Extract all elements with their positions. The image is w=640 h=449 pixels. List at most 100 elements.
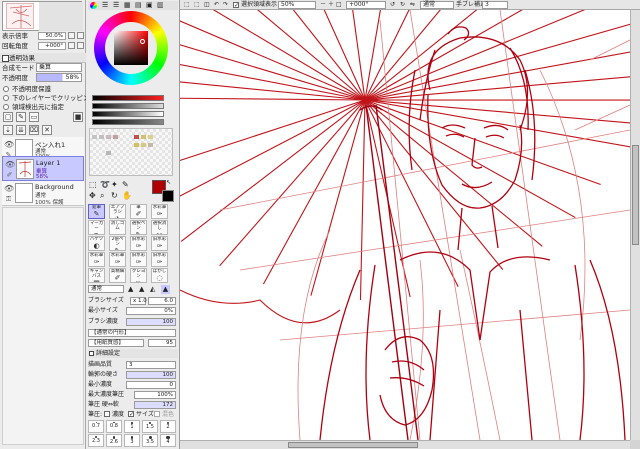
horizontal-scroll-thumb[interactable] bbox=[288, 442, 418, 448]
new-folder-icon[interactable]: ▭ bbox=[29, 112, 39, 122]
tool-watercolor-2[interactable]: 水彩筆 ✑ bbox=[88, 252, 105, 267]
toolbar-angle-field[interactable]: +000° bbox=[346, 1, 386, 9]
toolbar-zoom-in-icon[interactable]: ＋ bbox=[328, 1, 334, 9]
tool-blur[interactable]: ぼかし ◌ bbox=[151, 268, 168, 283]
brush-size-preset[interactable]: 4 bbox=[160, 434, 176, 447]
blend-mode-select[interactable]: 乗算 bbox=[36, 63, 82, 72]
clear-layer-icon[interactable]: ⌧ bbox=[29, 125, 39, 135]
toolbar-rotate-right-icon[interactable]: ↻ bbox=[400, 1, 405, 9]
tool-watercolor[interactable]: 水彩筆 ✑ bbox=[151, 204, 168, 219]
hand-tool-icon[interactable]: ✋ bbox=[122, 191, 132, 200]
visibility-eye-icon[interactable]: 👁 bbox=[4, 140, 14, 149]
show-selection-checkbox[interactable]: ✓ bbox=[233, 2, 239, 9]
detail-toggle[interactable] bbox=[89, 351, 94, 356]
tool-bucket[interactable]: バケツ ◐ bbox=[88, 236, 105, 251]
brush-size-preset[interactable]: 3.5 bbox=[142, 434, 158, 447]
value-slider[interactable] bbox=[92, 111, 164, 117]
tool-hires[interactable]: 高精細 ✐ bbox=[109, 268, 126, 283]
tool-select-erase[interactable]: 選択消し ✂ bbox=[151, 220, 168, 235]
pressure-slider[interactable]: 172 bbox=[134, 401, 176, 409]
layer-mask-icon[interactable]: ■ bbox=[73, 112, 83, 122]
visibility-eye-icon[interactable]: 👁 bbox=[4, 184, 14, 193]
swatch[interactable] bbox=[113, 135, 118, 139]
max-pressure-slider[interactable]: 100% bbox=[134, 391, 176, 399]
alpha-slider[interactable] bbox=[92, 119, 164, 125]
tip-soft-icon[interactable]: ◭ bbox=[150, 285, 155, 293]
saturation-value-square[interactable] bbox=[114, 31, 148, 65]
layer-effects-header[interactable]: 透明効果 bbox=[0, 53, 86, 63]
tool-binary-pen[interactable]: 2値ペン ✎ bbox=[109, 236, 126, 251]
zoom-tool-icon[interactable]: ⌕ bbox=[100, 191, 110, 201]
swatch-tab-icon[interactable]: ▤ bbox=[135, 1, 142, 9]
tool-pencil[interactable]: 鉛筆 ✎ bbox=[88, 204, 105, 219]
tool-old-watercolor[interactable]: 旧水彩 ✑ bbox=[130, 236, 147, 251]
size-multiplier[interactable]: x 1.0 bbox=[130, 297, 147, 305]
rotate-left-button[interactable] bbox=[68, 42, 75, 49]
density-checkbox[interactable] bbox=[104, 411, 110, 417]
color-picker-marker[interactable] bbox=[140, 39, 145, 44]
tool-brush[interactable]: 筆 ✐ bbox=[130, 204, 147, 219]
navigator[interactable] bbox=[2, 1, 83, 31]
min-size-slider[interactable]: 0% bbox=[126, 307, 176, 315]
vertical-scrollbar[interactable] bbox=[630, 10, 640, 440]
hue-slider[interactable] bbox=[92, 95, 164, 101]
rotate-tool-icon[interactable]: ↻ bbox=[111, 191, 121, 200]
toolbar-flip-icon[interactable]: ⇋ bbox=[410, 1, 415, 9]
zoom-field[interactable]: 50.0% bbox=[38, 32, 66, 40]
transfer-down-icon[interactable]: ⇣ bbox=[3, 125, 13, 135]
color-mix-tab-icon[interactable]: ▦ bbox=[124, 1, 131, 9]
zoom-in-button[interactable] bbox=[77, 32, 84, 39]
brush-size-preset[interactable]: 0.8 bbox=[106, 420, 122, 433]
tip-selected-icon[interactable]: ▲ bbox=[161, 285, 170, 294]
tool-airbrush[interactable]: エアブラシ ✈ bbox=[109, 204, 126, 219]
tool-old-watercolor-4[interactable]: 旧水彩 ✑ bbox=[151, 252, 168, 267]
scratchpad-tab-icon[interactable]: ▣ bbox=[146, 1, 153, 9]
visibility-eye-icon[interactable]: 👁 bbox=[5, 160, 15, 169]
tool-marker[interactable]: マーカー ✒ bbox=[88, 220, 105, 235]
lasso-icon[interactable]: ➰ bbox=[100, 180, 110, 189]
rotate-field[interactable]: +000° bbox=[38, 42, 66, 50]
texture-select[interactable]: 【用紙質感】 bbox=[88, 339, 144, 347]
min-density-slider[interactable]: 0 bbox=[126, 381, 176, 389]
toolbar-reset-icon[interactable]: □ bbox=[336, 1, 342, 9]
swap-colors-icon[interactable]: ↖ bbox=[166, 179, 171, 186]
rgb-slider-tab-icon[interactable]: ☰ bbox=[102, 1, 108, 9]
layer-item-background[interactable]: 👁 ⚿ Background 通常 100% 保護 bbox=[2, 181, 84, 206]
option-radio[interactable] bbox=[3, 104, 9, 110]
brush-size-preset[interactable]: 1.5 bbox=[142, 420, 158, 433]
density-slider[interactable]: 100 bbox=[126, 318, 176, 326]
toolbar-zoom-out-icon[interactable]: － bbox=[320, 1, 326, 9]
tip-round-icon[interactable]: ▲ bbox=[128, 285, 133, 293]
swatch[interactable] bbox=[148, 143, 153, 147]
swatch[interactable] bbox=[106, 151, 111, 155]
brush-size-preset[interactable]: 2.3 bbox=[88, 434, 104, 447]
brush-size-preset[interactable]: 3 bbox=[124, 434, 140, 447]
blend-checkbox[interactable] bbox=[154, 411, 160, 417]
palette-tab-icon[interactable]: ▥ bbox=[157, 1, 164, 9]
swatch[interactable] bbox=[148, 135, 153, 139]
merge-down-icon[interactable]: ⇊ bbox=[16, 125, 26, 135]
toolbar-zoom-field[interactable]: 50% bbox=[278, 1, 316, 9]
new-layer-icon[interactable]: ▢ bbox=[3, 112, 13, 122]
color-wheel[interactable] bbox=[94, 11, 168, 85]
brush-size-preset[interactable]: 2 bbox=[160, 420, 176, 433]
option-radio[interactable] bbox=[3, 95, 9, 101]
stabilizer-select[interactable]: 3 bbox=[482, 1, 508, 9]
detail-header[interactable]: 詳細設定 bbox=[88, 349, 178, 358]
magic-wand-icon[interactable]: ✦ bbox=[111, 180, 121, 189]
option-detection-source[interactable]: 領域検出元に指定 bbox=[2, 102, 84, 112]
texture-strength[interactable]: 95 bbox=[148, 339, 176, 347]
opacity-slider[interactable]: 58% bbox=[36, 73, 82, 82]
size-checkbox[interactable]: ✓ bbox=[128, 411, 134, 418]
marquee-icon[interactable]: ⬚ bbox=[89, 180, 99, 189]
quality-select[interactable]: 3 bbox=[126, 361, 176, 369]
brush-shape-select[interactable]: 【通常の円形】 bbox=[88, 329, 176, 337]
tool-eraser[interactable]: 消しゴム ▭ bbox=[109, 220, 126, 235]
undo-icon[interactable]: ↶ bbox=[214, 1, 219, 9]
swatch[interactable] bbox=[99, 135, 104, 139]
brush-size-preset[interactable]: 1 bbox=[124, 420, 140, 433]
deselect-icon[interactable]: ⬚ bbox=[194, 1, 200, 9]
swatch[interactable] bbox=[106, 135, 111, 139]
select-all-icon[interactable]: ⬚ bbox=[184, 1, 190, 9]
swatch[interactable] bbox=[134, 135, 139, 139]
